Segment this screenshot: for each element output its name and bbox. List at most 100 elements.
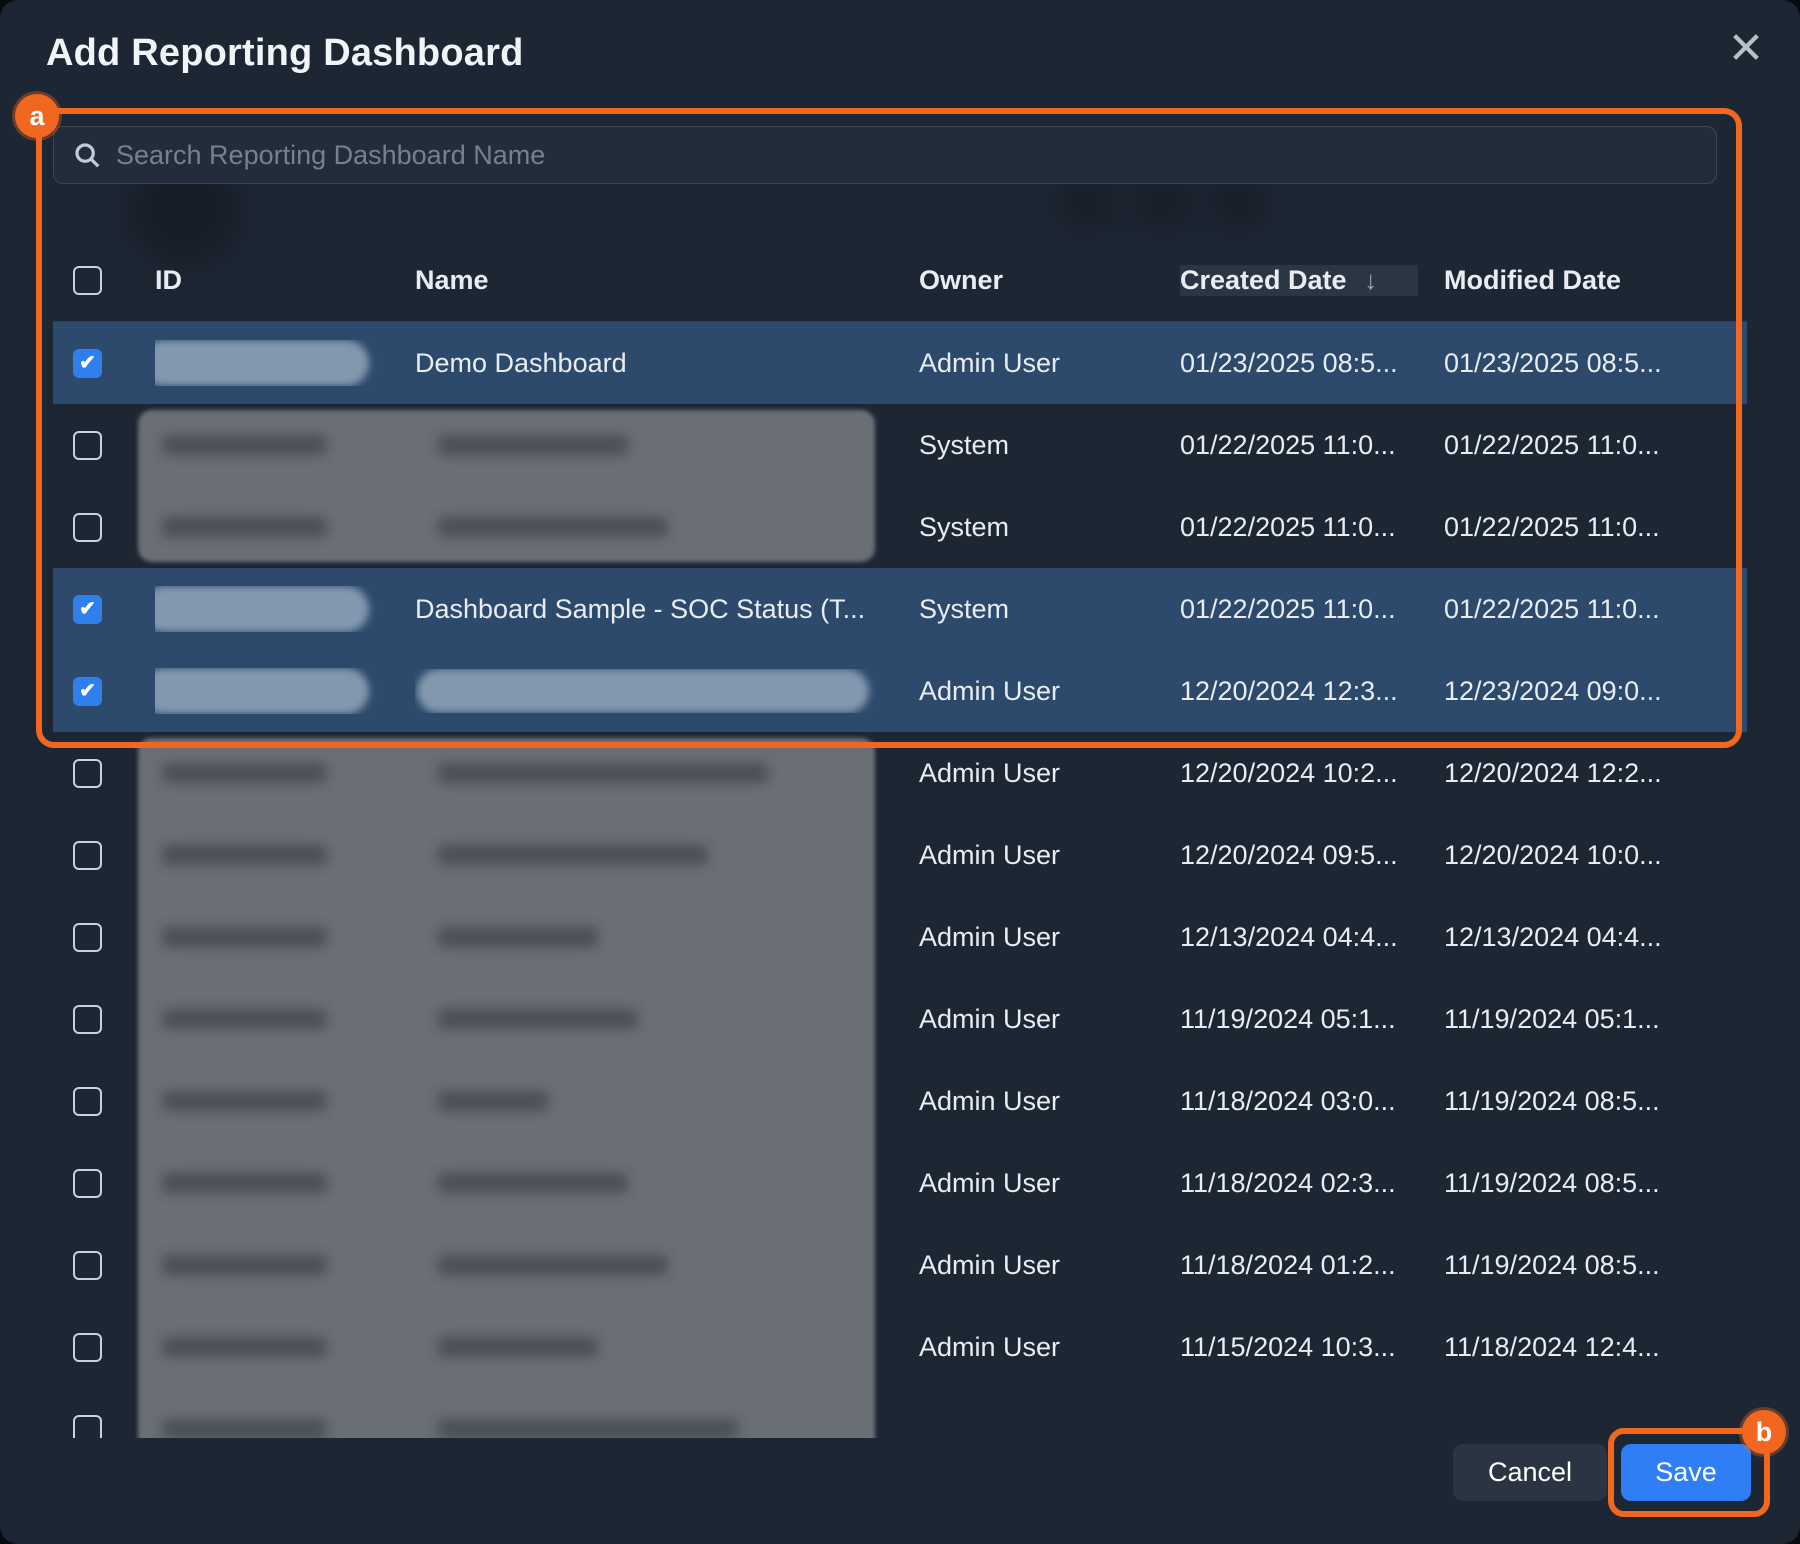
table-row[interactable] xyxy=(53,1388,1747,1438)
cell-modified-date: 12/20/2024 12:2... xyxy=(1444,758,1747,789)
row-checkbox[interactable] xyxy=(73,1251,102,1280)
row-checkbox-cell xyxy=(53,1251,155,1280)
cell-owner: Admin User xyxy=(919,1250,1180,1281)
cell-modified-date: 11/19/2024 08:5... xyxy=(1444,1250,1747,1281)
column-header-created-date[interactable]: Created Date ↓ xyxy=(1180,265,1444,296)
row-checkbox[interactable] xyxy=(73,431,102,460)
cell-created-date: 11/18/2024 01:2... xyxy=(1180,1250,1444,1281)
table-row[interactable]: Admin User11/18/2024 03:0...11/19/2024 0… xyxy=(53,1060,1747,1142)
cell-created-date: 11/19/2024 05:1... xyxy=(1180,1004,1444,1035)
cell-owner: Admin User xyxy=(919,840,1180,871)
row-checkbox-cell xyxy=(53,1169,155,1198)
table-header: ID Name Owner Created Date ↓ Modified Da… xyxy=(53,240,1747,322)
search-icon xyxy=(72,140,102,170)
dashboard-table: ID Name Owner Created Date ↓ Modified Da… xyxy=(53,240,1747,1438)
cell-created-date: 01/22/2025 11:0... xyxy=(1180,594,1444,625)
row-checkbox[interactable] xyxy=(73,1333,102,1362)
cell-modified-date: 12/23/2024 09:0... xyxy=(1444,676,1747,707)
cell-modified-date: 11/19/2024 08:5... xyxy=(1444,1168,1747,1199)
row-checkbox[interactable] xyxy=(73,1169,102,1198)
select-all-checkbox[interactable] xyxy=(73,266,102,295)
sort-desc-icon[interactable]: ↓ xyxy=(1364,265,1377,295)
cell-owner: Admin User xyxy=(919,922,1180,953)
cell-owner: System xyxy=(919,430,1180,461)
row-checkbox[interactable] xyxy=(73,513,102,542)
cell-modified-date: 01/23/2025 08:5... xyxy=(1444,348,1747,379)
add-reporting-dashboard-modal: Add Reporting Dashboard ID Name Owner Cr… xyxy=(0,0,1800,1544)
cell-created-date: 01/23/2025 08:5... xyxy=(1180,348,1444,379)
cell-created-date: 12/20/2024 12:3... xyxy=(1180,676,1444,707)
cell-owner: System xyxy=(919,512,1180,543)
select-all-cell xyxy=(53,266,155,295)
table-row[interactable]: Admin User12/20/2024 10:2...12/20/2024 1… xyxy=(53,732,1747,814)
cell-owner: Admin User xyxy=(919,1086,1180,1117)
table-row[interactable]: Admin User12/13/2024 04:4...12/13/2024 0… xyxy=(53,896,1747,978)
cell-created-date: 01/22/2025 11:0... xyxy=(1180,512,1444,543)
cell-name: Dashboard Sample - SOC Status (T... xyxy=(415,594,919,625)
table-row[interactable]: Admin User12/20/2024 09:5...12/20/2024 1… xyxy=(53,814,1747,896)
cell-created-date: 12/20/2024 09:5... xyxy=(1180,840,1444,871)
table-row[interactable]: Admin User11/18/2024 01:2...11/19/2024 0… xyxy=(53,1224,1747,1306)
redacted-id xyxy=(155,668,369,714)
row-checkbox-checked[interactable]: ✔ xyxy=(73,595,102,624)
cell-modified-date: 11/19/2024 08:5... xyxy=(1444,1086,1747,1117)
row-checkbox[interactable] xyxy=(73,1005,102,1034)
cancel-button[interactable]: Cancel xyxy=(1453,1444,1607,1501)
row-checkbox-cell xyxy=(53,513,155,542)
cell-modified-date: 12/20/2024 10:0... xyxy=(1444,840,1747,871)
modal-footer: Cancel Save b xyxy=(0,1444,1800,1501)
row-checkbox[interactable] xyxy=(73,1415,102,1439)
row-checkbox-cell xyxy=(53,1415,155,1439)
search-input[interactable] xyxy=(116,140,1698,171)
cell-modified-date: 01/22/2025 11:0... xyxy=(1444,512,1747,543)
cell-owner: Admin User xyxy=(919,1168,1180,1199)
table-row[interactable]: Admin User11/15/2024 10:3...11/18/2024 1… xyxy=(53,1306,1747,1388)
table-body: ✔Demo DashboardAdmin User01/23/2025 08:5… xyxy=(53,322,1747,1438)
cell-modified-date: 11/19/2024 05:1... xyxy=(1444,1004,1747,1035)
row-checkbox-checked[interactable]: ✔ xyxy=(73,349,102,378)
cell-owner: System xyxy=(919,594,1180,625)
cell-created-date: 11/15/2024 10:3... xyxy=(1180,1332,1444,1363)
column-header-owner[interactable]: Owner xyxy=(919,265,1180,296)
page-title: Add Reporting Dashboard xyxy=(46,32,524,75)
table-row[interactable]: System01/22/2025 11:0...01/22/2025 11:0.… xyxy=(53,486,1747,568)
row-checkbox-cell xyxy=(53,1005,155,1034)
row-checkbox-cell: ✔ xyxy=(53,349,155,378)
cell-owner: Admin User xyxy=(919,348,1180,379)
table-row[interactable]: ✔Demo DashboardAdmin User01/23/2025 08:5… xyxy=(53,322,1747,404)
table-row[interactable]: ✔Admin User12/20/2024 12:3...12/23/2024 … xyxy=(53,650,1747,732)
save-button[interactable]: Save xyxy=(1621,1444,1751,1501)
table-row[interactable]: Admin User11/18/2024 02:3...11/19/2024 0… xyxy=(53,1142,1747,1224)
column-header-id[interactable]: ID xyxy=(155,265,415,296)
redacted-id xyxy=(155,586,369,632)
cell-id xyxy=(155,586,415,632)
row-checkbox[interactable] xyxy=(73,759,102,788)
row-checkbox-cell xyxy=(53,923,155,952)
row-checkbox-cell xyxy=(53,1333,155,1362)
cell-modified-date: 01/22/2025 11:0... xyxy=(1444,430,1747,461)
cell-modified-date: 11/18/2024 12:4... xyxy=(1444,1332,1747,1363)
column-header-name[interactable]: Name xyxy=(415,265,919,296)
row-checkbox-cell xyxy=(53,431,155,460)
table-row[interactable]: System01/22/2025 11:0...01/22/2025 11:0.… xyxy=(53,404,1747,486)
row-checkbox-cell: ✔ xyxy=(53,677,155,706)
cell-created-date: 01/22/2025 11:0... xyxy=(1180,430,1444,461)
cell-modified-date: 01/22/2025 11:0... xyxy=(1444,594,1747,625)
redacted-name xyxy=(417,669,869,713)
cell-created-date: 12/13/2024 04:4... xyxy=(1180,922,1444,953)
annotation-badge-a: a xyxy=(15,94,59,138)
table-row[interactable]: ✔ Dashboard Sample - SOC Status (T...Syst… xyxy=(53,568,1747,650)
cell-id xyxy=(155,340,415,386)
row-checkbox-checked[interactable]: ✔ xyxy=(73,677,102,706)
cell-owner: Admin User xyxy=(919,1004,1180,1035)
row-checkbox-cell: ✔ xyxy=(53,595,155,624)
row-checkbox[interactable] xyxy=(73,923,102,952)
column-header-modified-date[interactable]: Modified Date xyxy=(1444,265,1747,296)
table-row[interactable]: Admin User11/19/2024 05:1...11/19/2024 0… xyxy=(53,978,1747,1060)
cell-name: Demo Dashboard xyxy=(415,348,919,379)
row-checkbox[interactable] xyxy=(73,841,102,870)
cell-created-date: 11/18/2024 02:3... xyxy=(1180,1168,1444,1199)
row-checkbox-cell xyxy=(53,759,155,788)
close-icon[interactable] xyxy=(1726,28,1766,68)
row-checkbox[interactable] xyxy=(73,1087,102,1116)
